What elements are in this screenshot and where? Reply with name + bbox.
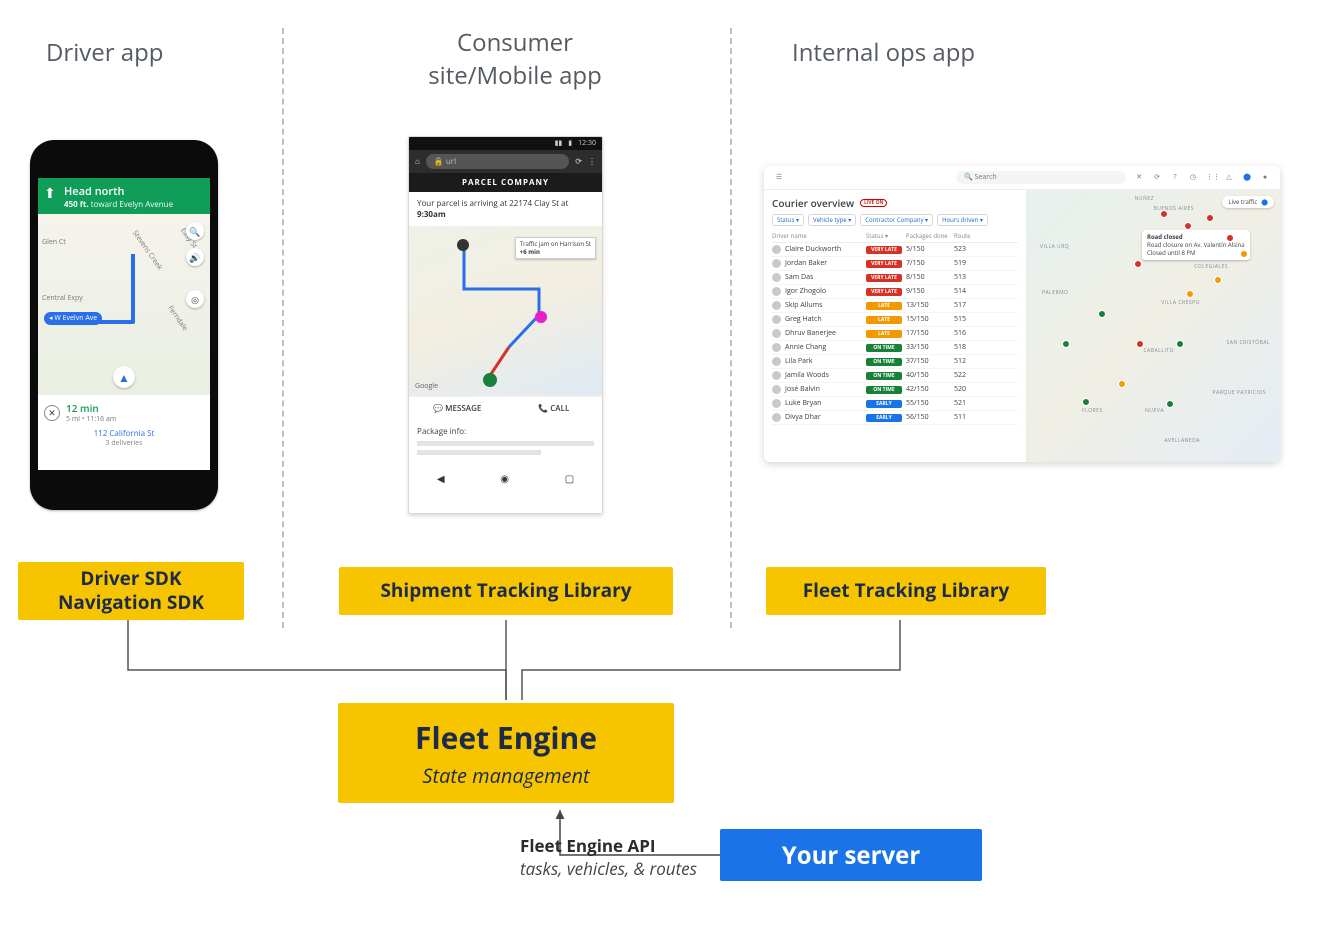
- home-nav-icon[interactable]: ◉: [500, 471, 509, 485]
- destination: 112 California St 3 deliveries: [38, 428, 210, 448]
- eta-detail: 5 mi • 11:16 am: [66, 415, 116, 424]
- table-row[interactable]: Claire DuckworthVERY LATE5/150523: [772, 243, 1018, 257]
- nav-instruction: Head north: [64, 184, 202, 199]
- search-input[interactable]: 🔍 Search: [956, 171, 1126, 184]
- table-row[interactable]: Luke BryanEARLY55/150521: [772, 397, 1018, 411]
- url-bar: ⌂ 🔒 url ⟳ ⋮: [409, 150, 602, 173]
- col-title-ops: Internal ops app: [792, 36, 975, 69]
- nav-banner: ⬆ Head north 450 ft. toward Evelyn Avenu…: [38, 178, 210, 214]
- company-header: PARCEL COMPANY: [409, 173, 602, 192]
- consumer-map: Traffic jam on Harrison St +6 min Google: [409, 226, 602, 396]
- table-row[interactable]: Jamila WoodsON TIME40/150522: [772, 369, 1018, 383]
- separator-1: [282, 28, 284, 628]
- eta-time: 12 min: [66, 401, 116, 415]
- live-badge: LIVE ON: [860, 199, 887, 207]
- table-row[interactable]: Divya DharEARLY56/150511: [772, 411, 1018, 425]
- home-icon[interactable]: ⌂: [415, 156, 420, 167]
- table-row[interactable]: Sam DasVERY LATE8/150513: [772, 271, 1018, 285]
- eta-bar: ✕ 12 min 5 mi • 11:16 am: [38, 394, 210, 426]
- table-row[interactable]: José BalvinON TIME42/150520: [772, 383, 1018, 397]
- menu-icon[interactable]: ☰: [774, 173, 784, 182]
- avatar[interactable]: ●: [1260, 173, 1270, 182]
- vehicle-pin-icon: [457, 239, 469, 251]
- consumer-app-mock: ▮▮ ▮ 12:30 ⌂ 🔒 url ⟳ ⋮ PARCEL COMPANY Yo…: [408, 136, 603, 514]
- table-row[interactable]: Annie ChangON TIME33/150518: [772, 341, 1018, 355]
- driver-map: Glen Ct Central Expy Stevens Creek Easy …: [38, 214, 210, 394]
- recenter-icon[interactable]: ◎: [186, 290, 204, 308]
- fleet-tracking-box: Fleet Tracking Library: [766, 567, 1046, 615]
- refresh-icon[interactable]: ⟳: [575, 156, 582, 167]
- driver-sdk-box: Driver SDK Navigation SDK: [18, 562, 244, 620]
- bell-icon[interactable]: △: [1224, 173, 1234, 182]
- col-title-consumer: Consumersite/Mobile app: [415, 26, 615, 92]
- live-traffic-toggle[interactable]: Live traffic⬤: [1222, 196, 1274, 208]
- message-button[interactable]: 💬 MESSAGE: [409, 397, 506, 420]
- shipment-tracking-box: Shipment Tracking Library: [339, 567, 673, 615]
- recent-icon[interactable]: ▢: [565, 471, 574, 485]
- turn-arrow-icon: ⬆: [44, 184, 56, 203]
- google-logo: Google: [415, 382, 438, 391]
- close-icon[interactable]: ✕: [1134, 173, 1144, 182]
- filter-chips[interactable]: Status ▾ Vehicle type ▾ Contractor Compa…: [772, 214, 1018, 226]
- android-nav: ◀ ◉ ▢: [409, 465, 602, 491]
- menu-icon[interactable]: ⋮: [588, 156, 596, 167]
- help-icon[interactable]: ?: [1170, 173, 1180, 182]
- package-info-label: Package info:: [417, 426, 466, 437]
- table-header: Driver name Status ▾ Packages done Route: [772, 230, 1018, 243]
- close-icon[interactable]: ✕: [44, 405, 60, 421]
- col-title-driver: Driver app: [46, 36, 164, 69]
- driver-app-mock: ⬆ Head north 450 ft. toward Evelyn Avenu…: [30, 140, 218, 510]
- sound-icon[interactable]: 🔊: [186, 248, 204, 266]
- table-row[interactable]: Igor ZhogoloVERY LATE9/150514: [772, 285, 1018, 299]
- refresh-icon[interactable]: ⟳: [1152, 173, 1162, 182]
- call-button[interactable]: 📞 CALL: [506, 397, 603, 420]
- arrival-message: Your parcel is arriving at 22174 Clay St…: [409, 192, 602, 226]
- back-icon[interactable]: ◀: [437, 471, 445, 485]
- ops-app-mock: ☰ 🔍 Search ✕ ⟳ ? ◷ ⋮⋮ △ ⬤ ● Courier over…: [764, 166, 1280, 462]
- separator-2: [730, 28, 732, 628]
- compass-icon[interactable]: ▲: [113, 366, 135, 388]
- ops-map: Live traffic⬤ Road closed Road closure o…: [1026, 190, 1280, 462]
- table-row[interactable]: Dhruv BanerjeeLATE17/150516: [772, 327, 1018, 341]
- table-row[interactable]: Skip AllumsLATE13/150517: [772, 299, 1018, 313]
- fleet-engine-api-label: Fleet Engine API tasks, vehicles, & rout…: [520, 834, 697, 880]
- clock-icon[interactable]: ◷: [1188, 173, 1198, 182]
- waypoint-pin-icon: [535, 311, 547, 323]
- table-row[interactable]: Jordan BakerVERY LATE7/150519: [772, 257, 1018, 271]
- apps-icon[interactable]: ⋮⋮: [1206, 173, 1216, 182]
- your-server-box: Your server: [720, 829, 982, 881]
- nav-distance: 450 ft. toward Evelyn Avenue: [64, 199, 202, 210]
- toggle-icon[interactable]: ⬤: [1242, 173, 1252, 182]
- page-title: Courier overview LIVE ON: [772, 196, 1018, 210]
- map-tooltip: Road closed Road closure on Av. Valentín…: [1142, 230, 1250, 260]
- zoom-icon[interactable]: 🔍: [186, 222, 204, 240]
- table-row[interactable]: Greg HatchLATE15/150515: [772, 313, 1018, 327]
- status-bar: ▮▮ ▮ 12:30: [409, 137, 602, 150]
- fleet-engine-box: Fleet Engine State management: [338, 703, 674, 803]
- table-row[interactable]: Lila ParkON TIME37/150512: [772, 355, 1018, 369]
- destination-pin-icon: [483, 373, 497, 387]
